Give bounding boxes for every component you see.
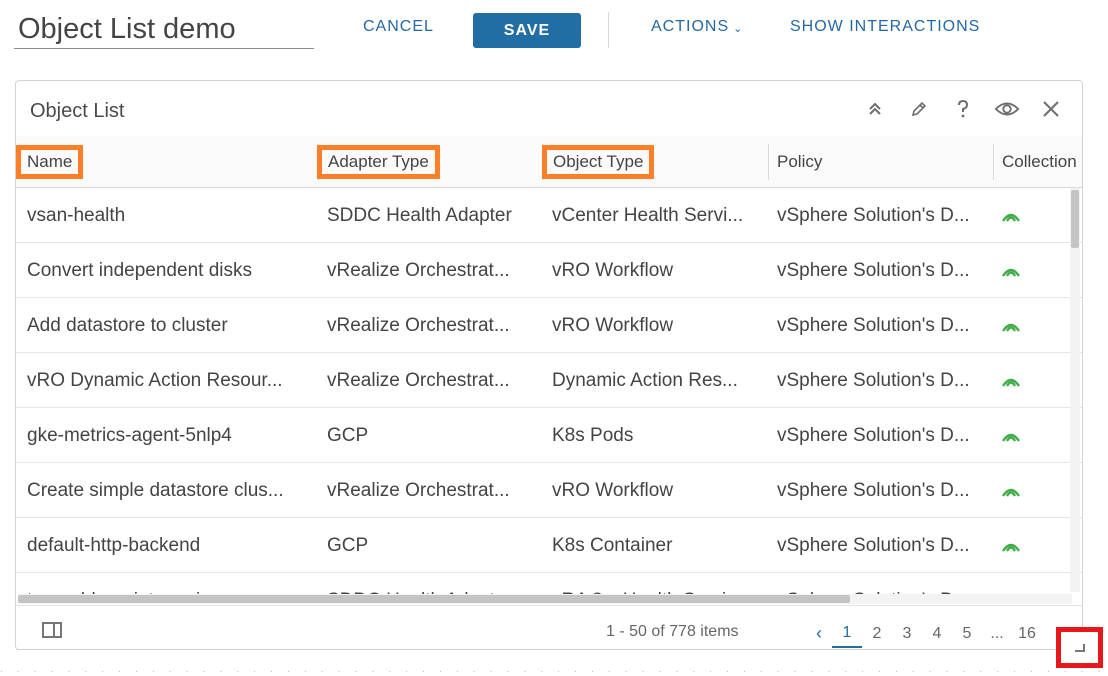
column-header-policy[interactable]: Policy: [777, 136, 822, 188]
page-button-2[interactable]: 2: [862, 621, 892, 647]
cell-object-type: Dynamic Action Res...: [552, 369, 738, 391]
cell-object-type: vRO Workflow: [552, 479, 674, 501]
column-header-object-type[interactable]: Object Type: [541, 136, 655, 188]
grid-header: Name Adapter Type Object Type Policy Col…: [16, 136, 1082, 188]
column-divider[interactable]: [993, 144, 994, 180]
grid-body: vsan-health SDDC Health Adapter vCenter …: [16, 188, 1082, 595]
column-name-label: Name: [16, 145, 84, 179]
previous-page-button[interactable]: ‹: [806, 619, 832, 648]
cell-object-type: vRO Workflow: [552, 259, 674, 281]
cell-policy: vSphere Solution's D...: [777, 204, 970, 226]
widget-title: Object List: [30, 100, 125, 122]
column-object-type-label: Object Type: [541, 145, 655, 179]
resize-icon: [1074, 643, 1085, 652]
cell-object-type: K8s Container: [552, 534, 673, 556]
collapse-icon[interactable]: [862, 96, 888, 122]
layout-grid-dots: · · · · · · · · · · · · · · · · · · · · …: [0, 667, 1108, 676]
page-button-3[interactable]: 3: [892, 621, 922, 647]
collection-status-icon: [1001, 298, 1041, 353]
chevron-down-icon: ⌄: [733, 22, 744, 35]
cell-object-type: vRO Workflow: [552, 314, 674, 336]
table-row[interactable]: gke-metrics-agent-5nlp4 GCP K8s Pods vSp…: [16, 408, 1082, 463]
column-divider[interactable]: [543, 144, 544, 180]
table-row[interactable]: vRO Dynamic Action Resour... vRealize Or…: [16, 353, 1082, 408]
page-button-16[interactable]: 16: [1012, 621, 1042, 647]
column-adapter-type-label: Adapter Type: [317, 145, 440, 179]
edit-icon[interactable]: [906, 96, 932, 122]
cell-policy: vSphere Solution's D...: [777, 573, 992, 595]
cell-policy: vSphere Solution's D...: [777, 479, 970, 501]
cell-name: vsan-health: [27, 204, 126, 226]
pagination: ‹ 1 2 3 4 5 ... 16: [806, 619, 1042, 648]
cell-object-type: vCenter Health Servi...: [552, 204, 744, 226]
collection-status-icon: [1001, 408, 1041, 463]
page-button-4[interactable]: 4: [922, 621, 952, 647]
cell-adapter-type: vRealize Orchestrat...: [327, 314, 510, 336]
page-ellipsis: ...: [990, 624, 1004, 642]
cell-policy: vSphere Solution's D...: [777, 314, 970, 336]
page-button-5[interactable]: 5: [952, 621, 982, 647]
header-divider: [608, 12, 609, 48]
resize-handle[interactable]: [1056, 627, 1103, 668]
cell-adapter-type: vRealize Orchestrat...: [327, 259, 510, 281]
cell-policy: vSphere Solution's D...: [777, 369, 970, 391]
show-interactions-button[interactable]: SHOW INTERACTIONS: [790, 18, 980, 36]
cancel-button[interactable]: CANCEL: [363, 18, 434, 36]
vertical-scrollbar[interactable]: [1070, 188, 1080, 592]
column-divider[interactable]: [768, 144, 769, 180]
table-row[interactable]: tango-blueprint-service SDDC Health Adap…: [16, 573, 1082, 595]
cell-policy: vSphere Solution's D...: [777, 259, 970, 281]
widget-toolbar: [862, 96, 1064, 122]
cell-name: tango-blueprint-service: [27, 573, 312, 595]
column-policy-label: Policy: [777, 152, 823, 171]
cell-adapter-type: vRealize Orchestrat...: [327, 369, 510, 391]
column-header-collection[interactable]: Collection: [1002, 136, 1077, 188]
cell-object-type: K8s Pods: [552, 424, 634, 446]
page-button-1[interactable]: 1: [832, 620, 862, 648]
item-count: 1 - 50 of 778 items: [606, 623, 739, 640]
table-row[interactable]: vsan-health SDDC Health Adapter vCenter …: [16, 188, 1082, 243]
grid-footer: 1 - 50 of 778 items ‹ 1 2 3 4 5 ... 16: [16, 605, 1082, 649]
collection-status-icon: [1001, 243, 1041, 298]
cell-policy: vSphere Solution's D...: [777, 424, 970, 446]
collection-status-icon: [1001, 188, 1041, 243]
table-row[interactable]: default-http-backend GCP K8s Container v…: [16, 518, 1082, 573]
collection-status-icon: [1001, 353, 1041, 408]
cell-adapter-type: GCP: [327, 424, 369, 446]
actions-dropdown[interactable]: ACTIONS ⌄: [651, 18, 743, 36]
cell-adapter-type: SDDC Health Adapter: [327, 573, 537, 595]
horizontal-scrollbar[interactable]: [18, 594, 1072, 604]
cell-object-type: vRA 8.x Health Servi...: [552, 573, 762, 595]
column-divider[interactable]: [318, 144, 319, 180]
cell-adapter-type: GCP: [327, 534, 369, 556]
cell-name: Convert independent disks: [27, 259, 252, 281]
object-list-widget: Object List Name Adapter Type Object Typ…: [15, 80, 1083, 650]
cell-policy: vSphere Solution's D...: [777, 534, 970, 556]
collection-status-icon: [1001, 518, 1041, 573]
horizontal-scroll-thumb[interactable]: [18, 595, 850, 603]
cell-name: Create simple datastore clus...: [27, 479, 284, 501]
collection-status-icon: [1001, 463, 1041, 518]
column-toggle-icon[interactable]: [42, 622, 62, 638]
collection-status-icon: [1001, 573, 1041, 594]
save-button[interactable]: SAVE: [473, 13, 581, 48]
cell-adapter-type: vRealize Orchestrat...: [327, 479, 510, 501]
cell-name: default-http-backend: [27, 534, 201, 556]
table-row[interactable]: Add datastore to cluster vRealize Orches…: [16, 298, 1082, 353]
column-header-name[interactable]: Name: [16, 136, 84, 188]
cell-name: Add datastore to cluster: [27, 314, 228, 336]
close-icon[interactable]: [1038, 96, 1064, 122]
table-row[interactable]: Convert independent disks vRealize Orche…: [16, 243, 1082, 298]
column-header-adapter-type[interactable]: Adapter Type: [317, 136, 440, 188]
table-row[interactable]: Create simple datastore clus... vRealize…: [16, 463, 1082, 518]
cell-name: vRO Dynamic Action Resour...: [27, 369, 283, 391]
help-icon[interactable]: [950, 96, 976, 122]
vertical-scroll-thumb[interactable]: [1071, 190, 1079, 248]
actions-label: ACTIONS: [651, 18, 730, 35]
dashboard-title-input[interactable]: [14, 10, 314, 49]
cell-name: gke-metrics-agent-5nlp4: [27, 424, 232, 446]
view-icon[interactable]: [994, 96, 1020, 122]
cell-adapter-type: SDDC Health Adapter: [327, 204, 512, 226]
column-collection-label: Collection: [1002, 152, 1077, 171]
